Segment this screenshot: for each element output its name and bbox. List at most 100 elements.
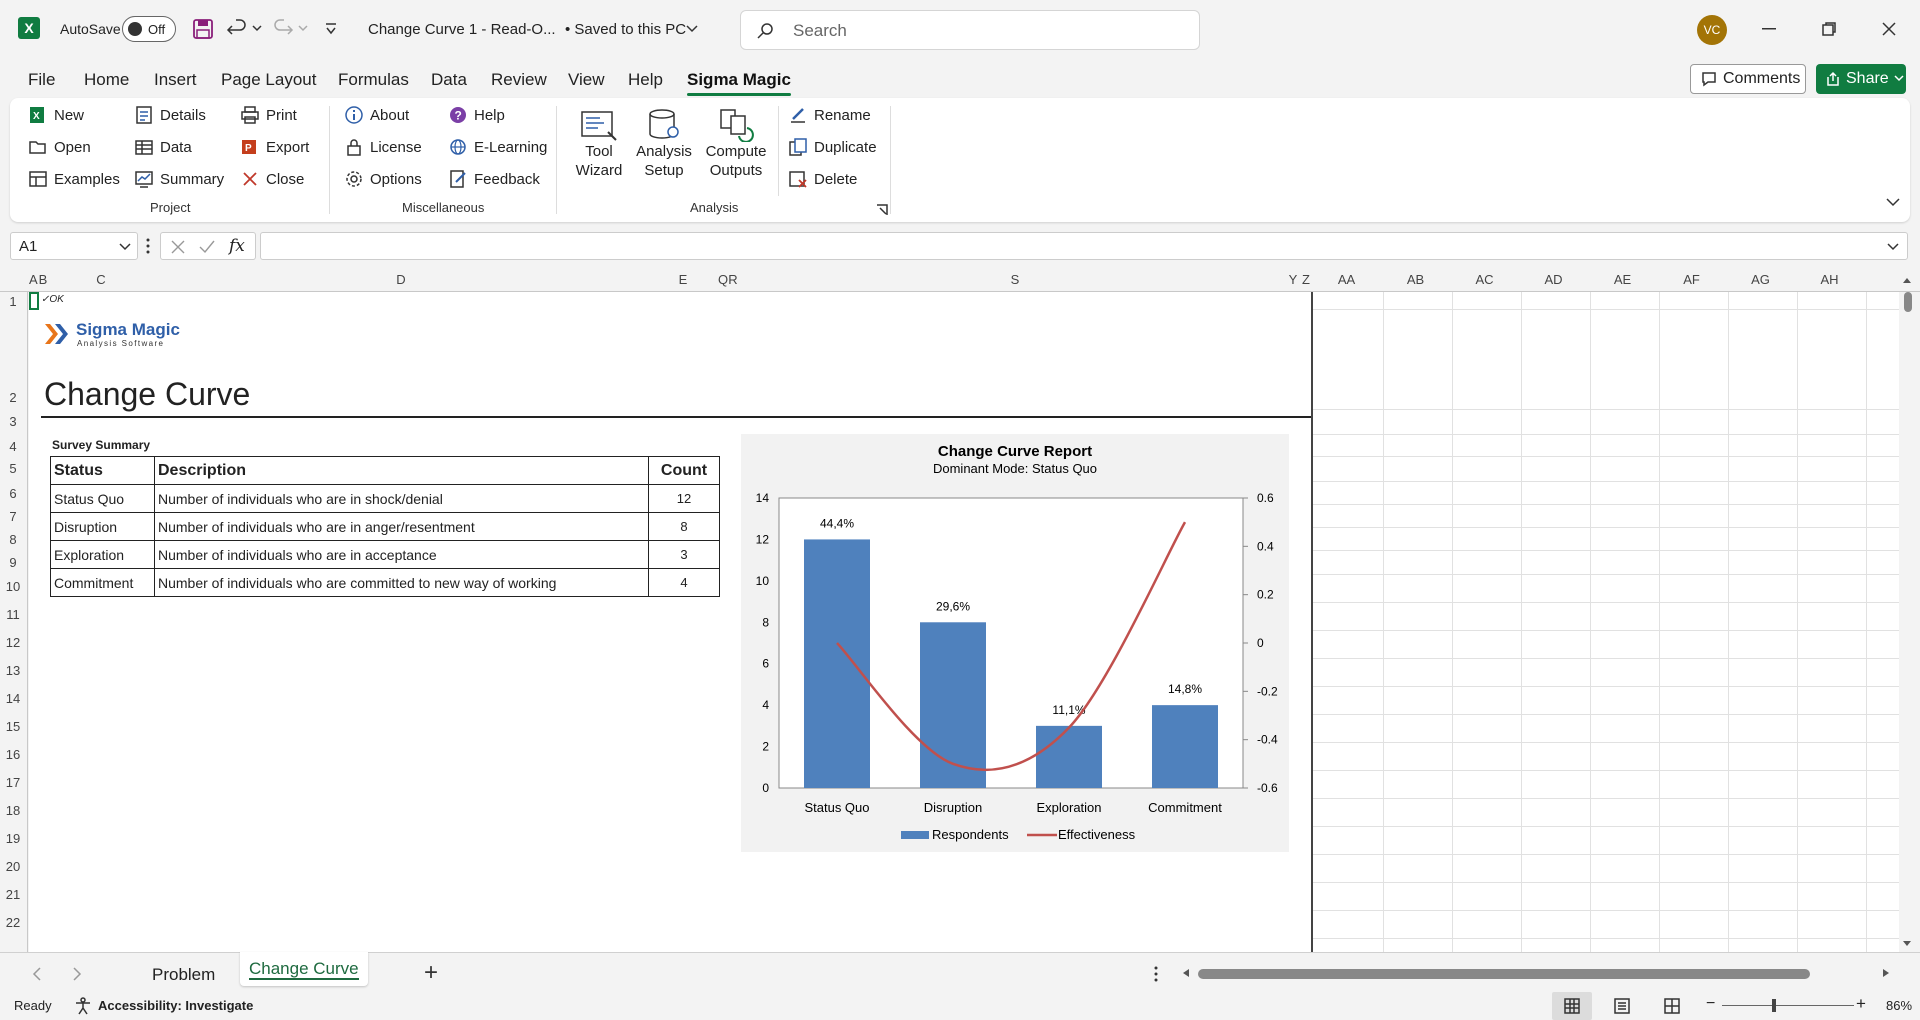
- column-header[interactable]: AC: [1450, 272, 1519, 287]
- selected-cell-a1[interactable]: [29, 292, 39, 310]
- dialog-launcher-icon[interactable]: [876, 204, 888, 216]
- tab-help[interactable]: Help: [628, 70, 663, 90]
- page-break-view-icon[interactable]: [1664, 998, 1680, 1014]
- duplicate-button[interactable]: Duplicate: [788, 134, 877, 160]
- table-cell[interactable]: Number of individuals who are in anger/r…: [154, 512, 649, 541]
- more-options-icon[interactable]: [146, 238, 150, 254]
- saved-status[interactable]: • Saved to this PC: [565, 21, 686, 38]
- row-header[interactable]: 18: [0, 803, 26, 818]
- accessibility-status[interactable]: Accessibility: Investigate: [98, 998, 253, 1013]
- feedback-button[interactable]: Feedback: [448, 166, 540, 192]
- tab-review[interactable]: Review: [491, 70, 547, 90]
- row-header[interactable]: 6: [0, 486, 26, 501]
- column-header[interactable]: B: [38, 272, 48, 287]
- tab-page-layout[interactable]: Page Layout: [221, 70, 316, 90]
- search-box[interactable]: Search: [740, 10, 1200, 50]
- row-header[interactable]: 12: [0, 635, 26, 650]
- table-header[interactable]: Status: [50, 456, 155, 485]
- cancel-entry-icon[interactable]: [171, 240, 185, 254]
- share-button[interactable]: Share: [1816, 64, 1906, 94]
- row-header[interactable]: 5: [0, 461, 26, 476]
- sheet-tab-change-curve[interactable]: Change Curve: [240, 952, 368, 986]
- summary-button[interactable]: Summary: [134, 166, 224, 192]
- tab-formulas[interactable]: Formulas: [338, 70, 409, 90]
- column-header[interactable]: AB: [1381, 272, 1450, 287]
- options-button[interactable]: Options: [344, 166, 422, 192]
- tab-home[interactable]: Home: [84, 70, 129, 90]
- column-header[interactable]: R: [728, 272, 738, 287]
- row-header[interactable]: 2: [0, 390, 26, 405]
- column-header[interactable]: AA: [1312, 272, 1381, 287]
- close-button[interactable]: Close: [240, 166, 304, 192]
- close-window-icon[interactable]: [1882, 22, 1896, 36]
- minimize-icon[interactable]: [1762, 28, 1776, 30]
- scroll-up-icon[interactable]: [1902, 276, 1912, 284]
- table-cell[interactable]: Status Quo: [50, 484, 155, 513]
- undo-dropdown-icon[interactable]: [252, 25, 262, 33]
- about-button[interactable]: About: [344, 102, 409, 128]
- customize-toolbar-icon[interactable]: [324, 22, 338, 36]
- tab-insert[interactable]: Insert: [154, 70, 197, 90]
- table-cell[interactable]: 12: [648, 484, 720, 513]
- row-header[interactable]: 19: [0, 831, 26, 846]
- avatar[interactable]: VC: [1697, 15, 1727, 45]
- row-header[interactable]: 4: [0, 439, 26, 454]
- row-header[interactable]: 14: [0, 691, 26, 706]
- table-header[interactable]: Description: [154, 456, 649, 485]
- chart-container[interactable]: Change Curve Report Dominant Mode: Status…: [741, 434, 1289, 852]
- restore-icon[interactable]: [1822, 22, 1836, 36]
- column-header[interactable]: Z: [1300, 272, 1312, 287]
- row-header[interactable]: 7: [0, 509, 26, 524]
- help-button[interactable]: ? Help: [448, 102, 505, 128]
- examples-button[interactable]: Examples: [28, 166, 120, 192]
- row-header[interactable]: 16: [0, 747, 26, 762]
- export-button[interactable]: P Export: [240, 134, 309, 160]
- row-header[interactable]: 21: [0, 887, 26, 902]
- table-cell[interactable]: Exploration: [50, 540, 155, 569]
- row-header[interactable]: 3: [0, 414, 26, 429]
- column-header[interactable]: E: [649, 272, 717, 287]
- redo-icon[interactable]: [272, 18, 294, 40]
- column-header[interactable]: D: [154, 272, 648, 287]
- collapse-ribbon-icon[interactable]: [1886, 198, 1900, 207]
- table-cell[interactable]: Number of individuals who are committed …: [154, 568, 649, 597]
- row-header[interactable]: 13: [0, 663, 26, 678]
- page-layout-view-icon[interactable]: [1614, 998, 1630, 1014]
- zoom-out-icon[interactable]: −: [1706, 995, 1715, 1013]
- column-header[interactable]: AH: [1795, 272, 1864, 287]
- table-cell[interactable]: Disruption: [50, 512, 155, 541]
- data-button[interactable]: Data: [134, 134, 192, 160]
- row-header[interactable]: 20: [0, 859, 26, 874]
- zoom-slider-thumb[interactable]: [1772, 999, 1776, 1012]
- analysis-setup-button[interactable]: Analysis Setup: [632, 108, 696, 180]
- open-button[interactable]: Open: [28, 134, 91, 160]
- name-box[interactable]: A1: [10, 232, 138, 260]
- tab-options-icon[interactable]: [1154, 966, 1158, 982]
- details-button[interactable]: Details: [134, 102, 206, 128]
- title-chevron-down-icon[interactable]: [686, 25, 698, 33]
- rename-button[interactable]: Rename: [788, 102, 871, 128]
- insert-function-icon[interactable]: fx: [229, 236, 245, 256]
- horizontal-scrollbar[interactable]: [1198, 969, 1810, 979]
- prev-sheet-icon[interactable]: [32, 967, 42, 981]
- delete-button[interactable]: Delete: [788, 166, 857, 192]
- tab-view[interactable]: View: [568, 70, 605, 90]
- sheet-area[interactable]: ✓OK Sigma Magic Analysis Software Change…: [29, 292, 1899, 952]
- print-button[interactable]: Print: [240, 102, 297, 128]
- elearning-button[interactable]: E-Learning: [448, 134, 547, 160]
- row-header[interactable]: 15: [0, 719, 26, 734]
- document-title[interactable]: Change Curve 1 - Read-O...: [368, 21, 556, 38]
- table-cell[interactable]: Number of individuals who are in shock/d…: [154, 484, 649, 513]
- column-header[interactable]: S: [739, 272, 1291, 287]
- tab-sigma-magic[interactable]: Sigma Magic: [687, 70, 791, 96]
- table-cell[interactable]: 3: [648, 540, 720, 569]
- scroll-right-icon[interactable]: [1882, 968, 1890, 978]
- row-header[interactable]: 17: [0, 775, 26, 790]
- undo-icon[interactable]: [226, 18, 248, 40]
- row-header[interactable]: 11: [0, 607, 26, 622]
- scroll-left-icon[interactable]: [1182, 968, 1190, 978]
- zoom-level[interactable]: 86%: [1886, 998, 1912, 1013]
- add-sheet-icon[interactable]: +: [424, 959, 438, 987]
- redo-dropdown-icon[interactable]: [298, 25, 308, 33]
- table-cell[interactable]: 4: [648, 568, 720, 597]
